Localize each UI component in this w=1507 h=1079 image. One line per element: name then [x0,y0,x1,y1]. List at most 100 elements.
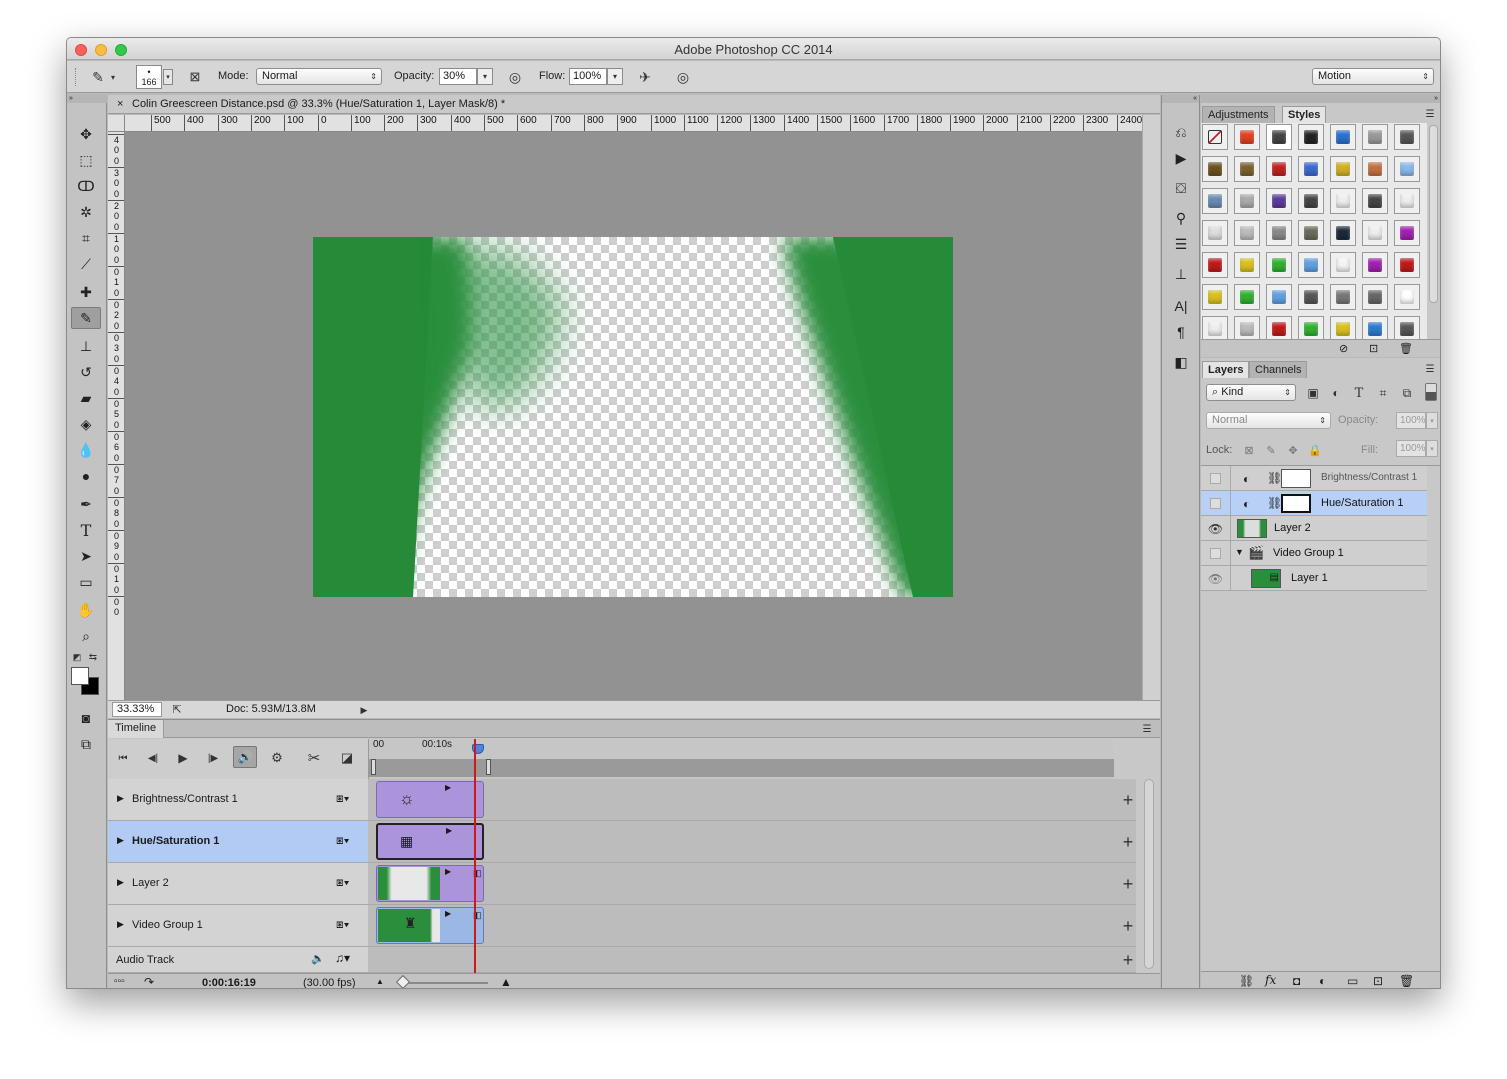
style-swatch[interactable] [1202,284,1228,310]
filter-type-icon[interactable]: T [1351,385,1367,401]
style-swatch[interactable] [1362,124,1388,150]
audio-track-row[interactable]: Audio Track 🔈 ♫▾ [108,947,368,973]
canvas-area[interactable] [125,132,1142,700]
previous-frame-icon[interactable]: ◀| [144,750,162,766]
fill-dropdown-icon[interactable]: ▾ [1426,440,1438,457]
track-lane[interactable]: ▶ ◧ [368,863,1136,905]
lasso-tool-icon[interactable]: ↀ [71,175,101,197]
eyedropper-tool-icon[interactable]: ⟋ [71,253,101,275]
screen-mode-icon[interactable]: ⧉ [71,733,101,755]
style-swatch[interactable] [1330,284,1356,310]
style-swatch[interactable] [1362,316,1388,339]
type-tool-icon[interactable]: T [71,519,101,541]
mute-audio-icon[interactable]: 🔊 [233,746,257,768]
clone-source-icon[interactable]: ⊥ [1166,263,1196,285]
style-swatch[interactable] [1234,188,1260,214]
lock-transparent-icon[interactable]: ⊠ [1241,442,1257,458]
clip-menu-icon[interactable]: ▶ [445,909,451,918]
filter-shape-icon[interactable]: ⌗ [1375,385,1391,401]
history-icon[interactable]: ⎌ [1166,121,1196,143]
opacity-dropdown-icon[interactable]: ▾ [1426,412,1438,429]
fill-field[interactable]: 100% [1396,440,1426,457]
style-swatch[interactable] [1330,220,1356,246]
flow-field[interactable]: 100% [569,68,607,85]
clip-menu-icon[interactable]: ▶ [445,867,451,876]
pressure-size-icon[interactable]: ◎ [673,67,693,87]
style-swatch[interactable] [1202,252,1228,278]
add-media-button[interactable]: + [1118,779,1138,821]
settings-gear-icon[interactable]: ⚙ [268,750,286,766]
add-mask-icon[interactable]: ◘ [1293,974,1300,988]
visibility-toggle[interactable] [1201,466,1231,491]
style-swatch[interactable] [1298,252,1324,278]
style-swatch[interactable] [1202,124,1228,150]
style-swatch[interactable] [1330,156,1356,182]
style-swatch[interactable] [1394,188,1420,214]
blur-tool-icon[interactable]: 💧 [71,439,101,461]
zoom-out-icon[interactable]: ▲ [376,977,384,986]
style-swatch[interactable] [1266,156,1292,182]
mode-select[interactable]: Normal ⇕ [256,68,382,85]
new-group-folder-icon[interactable]: ▭ [1347,974,1358,988]
work-area-start-handle[interactable] [371,759,376,775]
workspace-select[interactable]: Motion ⇕ [1312,68,1434,85]
foreground-color-swatch[interactable] [71,667,89,685]
hand-tool-icon[interactable]: ✋ [71,599,101,621]
filter-toggle-switch[interactable] [1425,383,1437,401]
layer-row[interactable]: 👁 ▤ Layer 1 [1201,566,1427,591]
new-style-icon[interactable]: ⊡ [1369,342,1378,355]
track-row[interactable]: ▶ Hue/Saturation 1 ⧆▾ [108,821,368,863]
filter-pixel-icon[interactable]: ▣ [1305,385,1321,401]
zoom-in-icon[interactable]: ▲ [500,975,512,988]
style-swatch[interactable] [1234,124,1260,150]
clip-menu-icon[interactable]: ▶ [446,826,452,835]
collapse-icon[interactable]: « [1162,95,1199,103]
crop-tool-icon[interactable]: ⌗ [71,227,101,249]
video-clip[interactable]: ♜ ▶ ◧ [376,907,484,944]
actions-play-icon[interactable]: ▶ [1166,147,1196,169]
add-audio-button[interactable]: + [1118,947,1138,973]
document-tab[interactable]: × Colin Greescreen Distance.psd @ 33.3% … [108,95,1160,114]
expand-triangle-icon[interactable]: ▶ [117,835,124,846]
properties-icon[interactable]: ☰ [1166,233,1196,255]
work-area-bar[interactable] [369,759,1114,777]
layer-row[interactable]: ◐ ⛓ Brightness/Contrast 1 [1201,466,1427,491]
opacity-field[interactable]: 30% [439,68,477,85]
vertical-ruler[interactable]: 4003002001000100200300400500600700800900… [108,132,125,700]
new-layer-icon[interactable]: ⊡ [1373,974,1383,988]
layer-mask-thumbnail[interactable] [1281,494,1311,513]
visibility-toggle[interactable] [1201,491,1231,516]
clear-style-icon[interactable]: ⊘ [1339,342,1348,355]
healing-brush-tool-icon[interactable]: ✚ [71,281,101,303]
panel-menu-icon[interactable]: ☰ [1138,722,1156,736]
layer-row[interactable]: ▼ 🎬 Video Group 1 [1201,541,1427,566]
visibility-toggle[interactable]: 👁 [1201,516,1231,541]
track-row[interactable]: ▶ Brightness/Contrast 1 ⧆▾ [108,779,368,821]
style-swatch[interactable] [1266,316,1292,339]
style-swatch[interactable] [1330,188,1356,214]
default-colors-icon[interactable]: ◩ [71,651,83,663]
styles-scrollbar[interactable] [1429,125,1438,303]
style-swatch[interactable] [1234,220,1260,246]
style-swatch[interactable] [1330,316,1356,339]
track-row[interactable]: ▶ Video Group 1 ⧆▾ [108,905,368,947]
style-swatch[interactable] [1234,252,1260,278]
style-swatch[interactable] [1298,156,1324,182]
music-note-icon[interactable]: ♫▾ [335,951,350,965]
lock-image-icon[interactable]: ✎ [1263,442,1279,458]
style-swatch[interactable] [1234,316,1260,339]
style-swatch[interactable] [1394,124,1420,150]
collapse-group-icon[interactable]: ▼ [1235,547,1244,557]
share-icon[interactable]: ⇱ [170,702,184,716]
transition-icon[interactable]: ◪ [337,748,357,768]
style-swatch[interactable] [1298,220,1324,246]
style-swatch[interactable] [1330,124,1356,150]
style-swatch[interactable] [1266,220,1292,246]
layer-row[interactable]: 👁 Layer 2 [1201,516,1427,541]
add-media-button[interactable]: + [1118,821,1138,863]
zoom-slider-track[interactable] [398,982,488,984]
render-video-icon[interactable]: ↷ [144,975,154,988]
expand-triangle-icon[interactable]: ▶ [117,877,124,888]
brush-size-picker[interactable]: • 166 [136,65,162,89]
clip-menu-icon[interactable]: ▶ [445,783,451,792]
